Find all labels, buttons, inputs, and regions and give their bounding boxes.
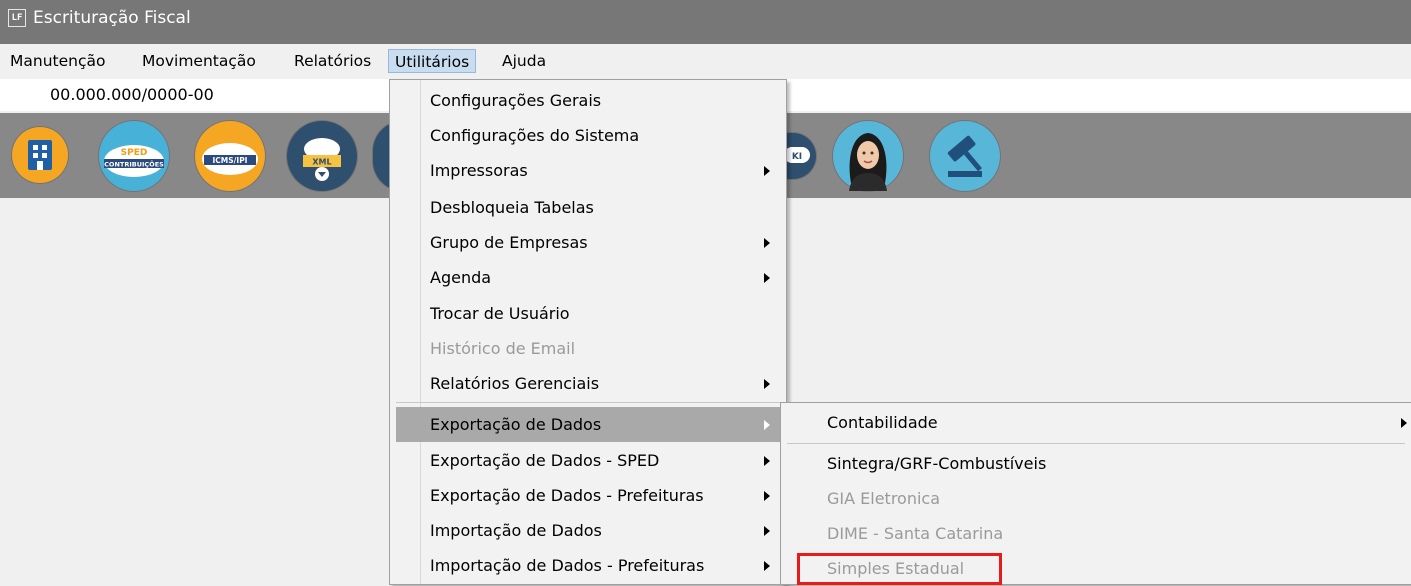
company-cnpj: 00.000.000/0000-00 — [50, 85, 214, 104]
menu-movimentacao[interactable]: Movimentação — [136, 49, 262, 73]
sped-contribuicoes-button[interactable]: SPED CONTRIBUIÇÕES — [99, 121, 169, 191]
submenu-item-sintegra-grf[interactable]: Sintegra/GRF-Combustíveis — [781, 446, 1411, 481]
menu-item-importacao-dados-prefeituras[interactable]: Importação de Dados - Prefeituras — [390, 548, 786, 583]
menu-item-exportacao-dados-sped[interactable]: Exportação de Dados - SPED — [390, 443, 786, 478]
svg-text:XML: XML — [312, 158, 331, 167]
window-title: Escrituração Fiscal — [33, 8, 191, 28]
assistant-avatar-icon — [849, 133, 887, 191]
svg-text:ICMS/IPI: ICMS/IPI — [213, 156, 248, 165]
menu-item-relatorios-gerenciais[interactable]: Relatórios Gerenciais — [390, 366, 786, 401]
submenu-arrow-icon — [764, 491, 770, 501]
menu-bar: Manutenção Movimentação Relatórios Utili… — [0, 44, 1411, 78]
menu-relatorios[interactable]: Relatórios — [288, 49, 377, 73]
menu-ajuda[interactable]: Ajuda — [496, 49, 552, 73]
svg-text:SPED: SPED — [121, 148, 148, 158]
menu-item-importacao-dados[interactable]: Importação de Dados — [390, 513, 786, 548]
sped-contribuicoes-icon: SPED CONTRIBUIÇÕES — [104, 145, 164, 177]
submenu-arrow-icon — [1401, 418, 1407, 428]
submenu-arrow-icon — [764, 456, 770, 466]
submenu-arrow-icon — [764, 526, 770, 536]
submenu-separator — [787, 443, 1405, 444]
assistant-avatar-button[interactable] — [833, 121, 903, 191]
menu-item-grupo-empresas[interactable]: Grupo de Empresas — [390, 225, 786, 260]
submenu-arrow-icon — [764, 420, 770, 430]
menu-item-configuracoes-gerais[interactable]: Configurações Gerais — [390, 83, 786, 118]
submenu-item-contabilidade[interactable]: Contabilidade — [781, 405, 1411, 440]
menu-item-configuracoes-sistema[interactable]: Configurações do Sistema — [390, 118, 786, 153]
legal-gavel-button[interactable] — [930, 121, 1000, 191]
submenu-item-dime-santa-catarina: DIME - Santa Catarina — [827, 524, 1004, 543]
legal-gavel-icon — [947, 135, 982, 177]
submenu-arrow-icon — [764, 238, 770, 248]
title-bar: LF Escrituração Fiscal — [0, 0, 1411, 44]
icms-ipi-button[interactable]: ICMS/IPI — [195, 121, 265, 191]
menu-item-impressoras[interactable]: Impressoras — [390, 153, 786, 188]
menu-item-trocar-usuario[interactable]: Trocar de Usuário — [390, 296, 786, 331]
submenu-arrow-icon — [764, 273, 770, 283]
submenu-arrow-icon — [764, 379, 770, 389]
submenu-arrow-icon — [764, 166, 770, 176]
submenu-arrow-icon — [764, 561, 770, 571]
menu-utilitarios[interactable]: Utilitários — [388, 49, 477, 73]
xml-download-button[interactable]: XML — [287, 121, 357, 191]
xml-download-icon: XML — [303, 138, 341, 181]
annotation-highlight-box — [797, 553, 1002, 585]
menu-item-historico-email: Histórico de Email — [430, 339, 576, 358]
menu-manutencao[interactable]: Manutenção — [4, 49, 111, 73]
menu-separator — [396, 402, 780, 403]
submenu-item-gia-eletronica: GIA Eletronica — [827, 489, 941, 508]
empresa-button[interactable] — [12, 127, 68, 183]
svg-text:CONTRIBUIÇÕES: CONTRIBUIÇÕES — [104, 160, 164, 169]
menu-item-exportacao-dados[interactable]: Exportação de Dados — [396, 407, 780, 442]
svg-text:KI: KI — [792, 152, 802, 162]
empresa-icon — [28, 140, 52, 170]
menu-item-exportacao-dados-prefeituras[interactable]: Exportação de Dados - Prefeituras — [390, 478, 786, 513]
icms-ipi-icon: ICMS/IPI — [202, 143, 258, 175]
app-logo-icon: LF — [8, 9, 26, 27]
utilitarios-menu: Configurações Gerais Configurações do Si… — [389, 79, 787, 585]
menu-item-agenda[interactable]: Agenda — [390, 260, 786, 295]
menu-item-desbloqueia-tabelas[interactable]: Desbloqueia Tabelas — [390, 190, 786, 225]
